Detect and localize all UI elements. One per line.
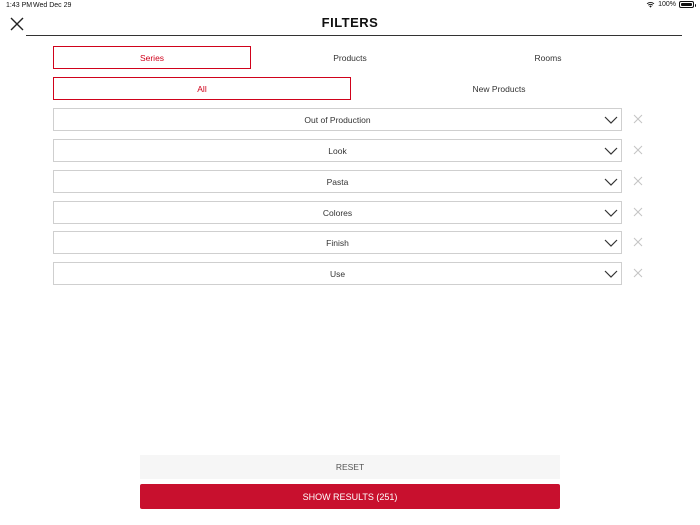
wifi-icon — [646, 2, 655, 8]
filter-row-pasta: Pasta — [53, 170, 651, 193]
reset-button[interactable]: RESET — [140, 455, 560, 479]
tab-new-products[interactable]: New Products — [351, 77, 647, 100]
clear-icon[interactable] — [633, 176, 643, 186]
show-results-button[interactable]: SHOW RESULTS (251) — [140, 484, 560, 509]
chevron-down-icon — [604, 239, 618, 247]
dropdown-label: Finish — [326, 238, 349, 248]
chevron-down-icon — [604, 116, 618, 124]
filter-row-use: Use — [53, 262, 651, 285]
tab-rooms[interactable]: Rooms — [449, 46, 647, 69]
dropdown-label: Look — [328, 146, 347, 156]
battery-icon — [679, 1, 696, 8]
dropdown-colores[interactable]: Colores — [53, 201, 622, 224]
battery-percent: 100% — [658, 1, 676, 8]
dropdown-finish[interactable]: Finish — [53, 231, 622, 254]
dropdown-look[interactable]: Look — [53, 139, 622, 162]
header: FILTERS — [0, 12, 700, 36]
tab-series[interactable]: Series — [53, 46, 251, 69]
status-date: Wed Dec 29 — [33, 2, 72, 9]
status-right: 100% — [646, 1, 696, 8]
status-bar: 1:43 PM Wed Dec 29 100% — [0, 0, 700, 12]
dropdown-use[interactable]: Use — [53, 262, 622, 285]
clear-icon[interactable] — [633, 237, 643, 247]
filter-row-colores: Colores — [53, 201, 651, 224]
page-title: FILTERS — [321, 15, 379, 30]
filter-row-look: Look — [53, 139, 651, 162]
dropdown-label: Colores — [322, 208, 353, 218]
clear-icon[interactable] — [633, 114, 643, 124]
dropdown-label: Pasta — [326, 177, 349, 187]
clear-icon[interactable] — [633, 268, 643, 278]
dropdown-pasta[interactable]: Pasta — [53, 170, 622, 193]
dropdown-label: Use — [329, 269, 346, 279]
filter-row-finish: Finish — [53, 231, 651, 254]
chevron-down-icon — [604, 178, 618, 186]
filter-row-out-of-production: Out of Production — [53, 108, 651, 131]
dropdown-label: Out of Production — [304, 115, 371, 125]
clear-icon[interactable] — [633, 145, 643, 155]
status-time: 1:43 PM — [6, 2, 33, 9]
header-divider — [26, 35, 682, 36]
chevron-down-icon — [604, 270, 618, 278]
chevron-down-icon — [604, 209, 618, 217]
filters-screen: 1:43 PM Wed Dec 29 100% FILTERS Series P… — [0, 0, 700, 525]
tab-all[interactable]: All — [53, 77, 351, 100]
dropdown-out-of-production[interactable]: Out of Production — [53, 108, 622, 131]
clear-icon[interactable] — [633, 207, 643, 217]
tab-products[interactable]: Products — [251, 46, 449, 69]
chevron-down-icon — [604, 147, 618, 155]
